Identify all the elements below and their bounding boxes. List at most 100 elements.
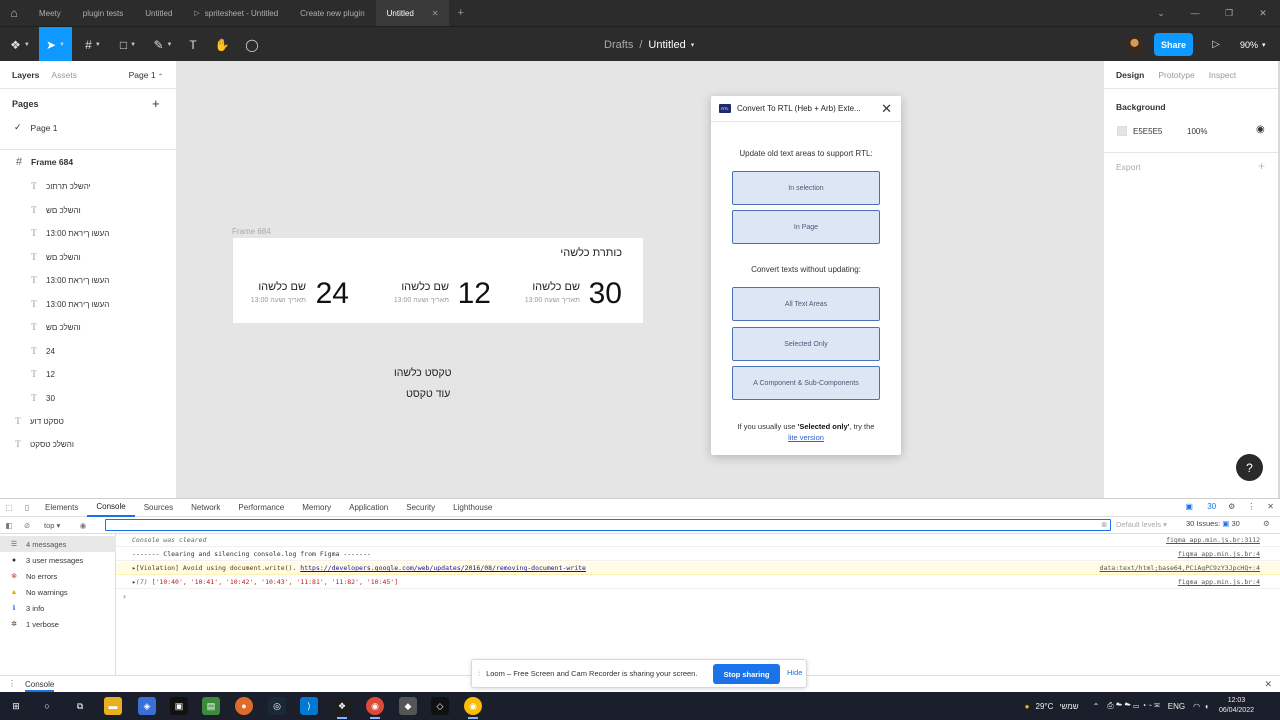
document-title[interactable]: Untitled bbox=[648, 39, 685, 51]
tab-spritesheet[interactable]: ▷ spritesheet - Untitled bbox=[183, 0, 289, 26]
file-explorer-icon[interactable]: ▬ bbox=[104, 697, 122, 715]
close-icon[interactable]: ✕ bbox=[1264, 679, 1272, 690]
device-toolbar-icon[interactable]: ▯ bbox=[18, 503, 36, 512]
move-tool-button[interactable]: ➤ ▼ bbox=[39, 27, 72, 62]
console-source-link[interactable]: figma_app.min.js.br:4 bbox=[1178, 550, 1260, 558]
steam-icon[interactable]: ◎ bbox=[268, 697, 286, 715]
task-view-icon[interactable]: ⧉ bbox=[71, 697, 89, 715]
lite-version-link[interactable]: lite version bbox=[788, 433, 824, 442]
tab-untitled-active[interactable]: Untitled ✕ bbox=[375, 0, 450, 26]
plugin-header[interactable]: RTL Convert To RTL (Heb + Arb) Exte... bbox=[711, 96, 901, 122]
tab-prototype[interactable]: Prototype bbox=[1158, 70, 1194, 80]
layer-frame-684[interactable]: # Frame 684 bbox=[0, 152, 176, 172]
sidebar-item-info[interactable]: ℹ 3 info bbox=[0, 600, 116, 616]
volume-icon[interactable]: ◖ bbox=[1204, 702, 1209, 711]
minimize-icon[interactable]: — bbox=[1178, 0, 1212, 26]
close-icon[interactable]: ✕ bbox=[1267, 502, 1274, 511]
tab-meety[interactable]: Meety bbox=[28, 0, 72, 26]
input-language[interactable]: ENG bbox=[1168, 702, 1185, 711]
violation-link[interactable]: https://developers.google.com/web/update… bbox=[300, 564, 586, 572]
issues-counter[interactable]: 30 Issues: ▣ 30 bbox=[1186, 519, 1240, 528]
page-selector[interactable]: Page 1 ⌃ bbox=[129, 70, 163, 80]
frame-name-label[interactable]: Frame 684 bbox=[232, 227, 271, 236]
chrome-canary-icon[interactable]: ◉ bbox=[464, 697, 482, 719]
canvas[interactable]: Frame 684 כותרת כלשהי 30 שם כלשהו תאריך … bbox=[177, 61, 1103, 498]
shape-tool-button[interactable]: □ ▼ bbox=[112, 27, 144, 62]
app-icon[interactable]: ▤ bbox=[202, 697, 220, 715]
layer-item[interactable]: T 24 bbox=[0, 341, 176, 361]
issues-badge[interactable]: ▣ 30 bbox=[1173, 502, 1216, 511]
layer-item[interactable]: T 30 bbox=[0, 388, 176, 408]
console-source-link[interactable]: figma_app.min.js.br:4 bbox=[1178, 578, 1260, 586]
frame-684[interactable]: כותרת כלשהי 30 שם כלשהו תאריך ושעה 13:00… bbox=[233, 238, 643, 323]
pen-tool-button[interactable]: ✎ ▼ bbox=[148, 27, 178, 62]
tab-performance[interactable]: Performance bbox=[229, 499, 293, 517]
layer-item[interactable]: T טסקט דוע bbox=[0, 411, 176, 431]
frame-title-text[interactable]: כותרת כלשהי bbox=[560, 247, 622, 259]
avatar[interactable] bbox=[1126, 36, 1143, 53]
layer-item[interactable]: T והשלכ טסקט bbox=[0, 434, 176, 454]
sidebar-item-user-messages[interactable]: ● 3 user messages bbox=[0, 552, 116, 568]
layer-item[interactable]: T והשלכ םש bbox=[0, 200, 176, 220]
drag-handle-icon[interactable]: ⁞ bbox=[478, 669, 480, 678]
tab-security[interactable]: Security bbox=[397, 499, 444, 517]
sidebar-item-errors[interactable]: ⊗ No errors bbox=[0, 568, 116, 584]
main-menu-button[interactable]: ❖ ▼ bbox=[6, 27, 34, 62]
tab-application[interactable]: Application bbox=[340, 499, 397, 517]
app-icon[interactable]: ● bbox=[235, 697, 253, 715]
in-selection-button[interactable]: In selection bbox=[732, 171, 880, 205]
weather-temp[interactable]: 29°C bbox=[1036, 702, 1054, 711]
selected-only-button[interactable]: Selected Only bbox=[732, 327, 880, 361]
present-play-icon[interactable]: ▷ bbox=[1208, 27, 1224, 62]
eye-visibility-icon[interactable]: ◉ bbox=[1256, 124, 1265, 135]
maximize-icon[interactable]: ❐ bbox=[1212, 0, 1246, 26]
tab-sources[interactable]: Sources bbox=[135, 499, 182, 517]
app-icon[interactable]: ◆ bbox=[399, 697, 417, 715]
tab-lighthouse[interactable]: Lighthouse bbox=[444, 499, 501, 517]
tab-console[interactable]: Console bbox=[87, 499, 135, 517]
in-page-button[interactable]: In Page bbox=[732, 210, 880, 244]
free-text-more-text[interactable]: עוד טקסט bbox=[406, 388, 450, 400]
tab-memory[interactable]: Memory bbox=[293, 499, 340, 517]
page-item-page-1[interactable]: ✓ Page 1 bbox=[14, 122, 58, 133]
add-page-plus-icon[interactable]: + bbox=[152, 96, 160, 111]
hand-tool-button[interactable]: ✋ bbox=[212, 27, 232, 62]
layer-item[interactable]: T 12 bbox=[0, 364, 176, 384]
layer-item[interactable]: T 13:00 העשו ךיראת bbox=[0, 270, 176, 290]
background-color-swatch[interactable] bbox=[1117, 126, 1127, 136]
home-icon[interactable]: ⌂ bbox=[0, 0, 28, 26]
share-button[interactable]: Share bbox=[1154, 33, 1193, 56]
layer-item[interactable]: T והשלכ םש bbox=[0, 317, 176, 337]
sidebar-item-messages[interactable]: ☰ 4 messages bbox=[0, 536, 116, 552]
free-text-some-text[interactable]: טקסט כלשהו bbox=[394, 367, 452, 379]
eye-icon[interactable]: ◉ bbox=[74, 521, 92, 530]
gear-icon[interactable]: ⚙ bbox=[1228, 502, 1235, 511]
tab-network[interactable]: Network bbox=[182, 499, 229, 517]
tab-layers[interactable]: Layers bbox=[12, 70, 39, 80]
vscode-icon[interactable]: ⟩ bbox=[300, 697, 318, 715]
layer-item[interactable]: T 13:00 העשו ךיראת bbox=[0, 294, 176, 314]
tab-untitled-1[interactable]: Untitled bbox=[134, 0, 183, 26]
hide-button[interactable]: Hide bbox=[787, 668, 802, 677]
zoom-dropdown[interactable]: 90% ▾ bbox=[1240, 27, 1266, 62]
tab-design[interactable]: Design bbox=[1116, 70, 1144, 80]
app-icon[interactable]: ◈ bbox=[138, 697, 156, 715]
context-selector[interactable]: top ▾ bbox=[44, 521, 74, 530]
more-vertical-icon[interactable]: ⋮ bbox=[1247, 502, 1255, 511]
stat-card[interactable]: 12 שם כלשהו תאריך ושעה 13:00 bbox=[371, 278, 491, 312]
new-tab-plus-icon[interactable]: + bbox=[457, 7, 463, 19]
sidebar-item-verbose[interactable]: ✲ 1 verbose bbox=[0, 616, 116, 632]
all-text-areas-button[interactable]: All Text Areas bbox=[732, 287, 880, 321]
gear-icon[interactable]: ⚙ bbox=[1263, 519, 1270, 528]
figma-icon[interactable]: ❖ bbox=[333, 697, 351, 719]
drawer-tab-console[interactable]: Console bbox=[25, 680, 55, 692]
add-export-plus-icon[interactable]: + bbox=[1258, 159, 1265, 173]
console-source-link[interactable]: figma_app.min.js.br:3112 bbox=[1166, 536, 1260, 544]
tab-inspect[interactable]: Inspect bbox=[1209, 70, 1236, 80]
stop-sharing-button[interactable]: Stop sharing bbox=[713, 664, 780, 684]
console-prompt-chevron-icon[interactable]: › bbox=[122, 592, 127, 601]
chevron-down-icon[interactable]: ▾ bbox=[691, 41, 695, 49]
clear-filter-icon[interactable]: ⊗ bbox=[1101, 520, 1107, 529]
sidebar-item-warnings[interactable]: ▲ No warnings bbox=[0, 584, 116, 600]
layer-item[interactable]: T יהשלכ תרתוכ bbox=[0, 176, 176, 196]
